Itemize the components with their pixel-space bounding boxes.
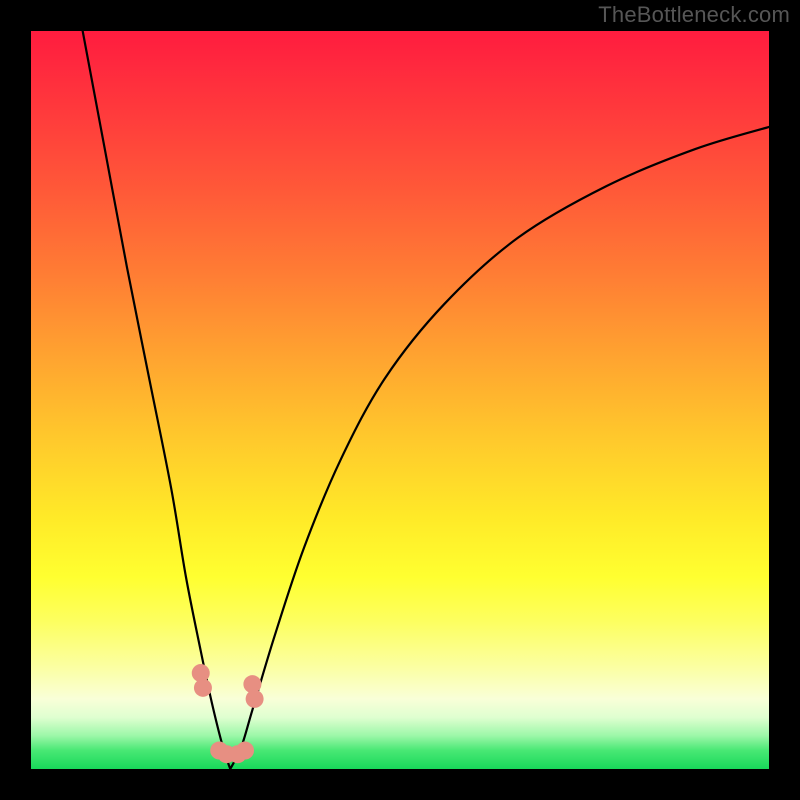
- chart-frame: TheBottleneck.com: [0, 0, 800, 800]
- chart-svg: [31, 31, 769, 769]
- watermark-text: TheBottleneck.com: [598, 2, 790, 28]
- chart-plot-area: [31, 31, 769, 769]
- gradient-background: [31, 31, 769, 769]
- marker-point: [194, 679, 212, 697]
- marker-point: [246, 690, 264, 708]
- marker-point: [236, 742, 254, 760]
